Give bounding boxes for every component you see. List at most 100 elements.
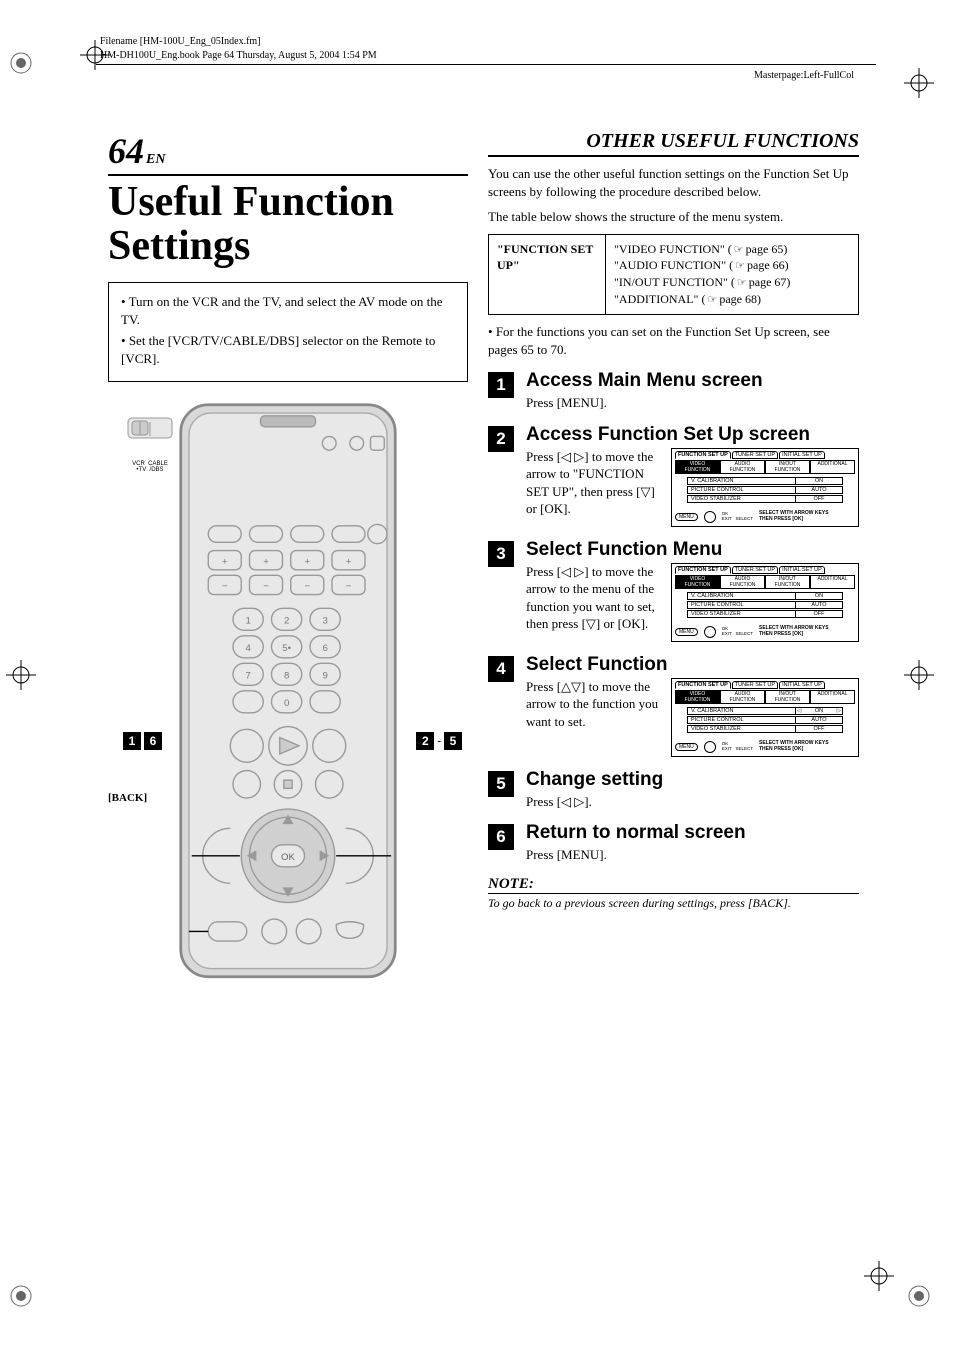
step-title: Return to normal screen xyxy=(526,822,859,844)
osd-sub-tab: AUDIO FUNCTION xyxy=(720,575,765,589)
step-title: Access Main Menu screen xyxy=(526,370,859,392)
osd-row: VIDEO STABILIZEROFF xyxy=(687,495,843,503)
osd-row: VIDEO STABILIZEROFF xyxy=(687,610,843,618)
osd-screenshot: FUNCTION SET UPTUNER SET UPINITIAL SET U… xyxy=(671,448,859,527)
osd-sub-tab: ADDITIONAL xyxy=(810,460,855,474)
osd-menu-pill: MENU xyxy=(675,628,698,636)
callout-badge: 1 xyxy=(123,732,141,750)
osd-top-tab: TUNER SET UP xyxy=(732,451,778,459)
step: 4 Select Function Press [△▽] to move the… xyxy=(488,654,859,757)
osd-sub-tab: VIDEO FUNCTION xyxy=(675,575,720,589)
step-text: Press [MENU]. xyxy=(526,394,859,412)
pointer-icon: ☞ xyxy=(737,276,747,291)
crop-mark-icon xyxy=(6,48,36,78)
precondition-item: Turn on the VCR and the TV, and select t… xyxy=(121,293,455,328)
step-text: Press [◁ ▷]. xyxy=(526,793,859,811)
osd-sub-tab: ADDITIONAL xyxy=(810,575,855,589)
step-title: Select Function xyxy=(526,654,859,676)
osd-row: VIDEO STABILIZEROFF xyxy=(687,725,843,733)
osd-sub-tab: VIDEO FUNCTION xyxy=(675,460,720,474)
svg-text:−: − xyxy=(304,581,310,592)
page-number: 64EN xyxy=(108,130,165,172)
osd-top-tab: INITIAL SET UP xyxy=(779,451,825,459)
osd-sub-tab: ADDITIONAL xyxy=(810,690,855,704)
menu-structure-right: "VIDEO FUNCTION" (☞page 65) "AUDIO FUNCT… xyxy=(606,235,858,314)
svg-text:7: 7 xyxy=(245,671,250,682)
step-number-badge: 3 xyxy=(488,541,514,567)
page-number-suffix: EN xyxy=(146,152,165,167)
osd-sub-tab: IN/OUT FUNCTION xyxy=(765,575,810,589)
menu-structure-left: "FUNCTION SET UP" xyxy=(489,235,606,314)
osd-sub-tab: IN/OUT FUNCTION xyxy=(765,690,810,704)
osd-top-tab: INITIAL SET UP xyxy=(779,681,825,689)
svg-text:2: 2 xyxy=(284,616,289,627)
step: 6 Return to normal screen Press [MENU]. xyxy=(488,822,859,864)
osd-menu-pill: MENU xyxy=(675,513,698,521)
crop-mark-icon xyxy=(904,68,934,98)
crop-mark-icon xyxy=(864,1261,894,1291)
osd-top-tab: TUNER SET UP xyxy=(732,566,778,574)
crop-mark-icon xyxy=(904,660,934,690)
intro-text: You can use the other useful function se… xyxy=(488,165,859,200)
svg-text:5•: 5• xyxy=(282,643,291,654)
svg-text:+: + xyxy=(304,557,310,568)
crop-mark-icon xyxy=(904,1281,934,1311)
crop-mark-icon xyxy=(6,1281,36,1311)
osd-row: V. CALIBRATIONON xyxy=(687,592,843,600)
preconditions-box: Turn on the VCR and the TV, and select t… xyxy=(108,282,468,382)
callout-dash: - xyxy=(437,735,441,747)
selector-switch-icon: VCR CABLE •TV /DBS xyxy=(126,412,174,473)
pointer-icon: ☞ xyxy=(735,259,745,274)
remote-illustration: OK xyxy=(108,402,468,980)
step-text: Press [△▽] to move the arrow to the func… xyxy=(526,678,661,731)
pointer-icon: ☞ xyxy=(707,293,717,308)
step: 5 Change setting Press [◁ ▷]. xyxy=(488,769,859,811)
osd-screenshot: FUNCTION SET UPTUNER SET UPINITIAL SET U… xyxy=(671,678,859,757)
step-title: Access Function Set Up screen xyxy=(526,424,859,446)
svg-text:−: − xyxy=(263,581,269,592)
osd-screenshot: FUNCTION SET UPTUNER SET UPINITIAL SET U… xyxy=(671,563,859,642)
table-note: For the functions you can set on the Fun… xyxy=(488,323,859,358)
header-bookline: HM-DH100U_Eng.book Page 64 Thursday, Aug… xyxy=(100,50,377,61)
svg-text:+: + xyxy=(222,557,228,568)
step: 3 Select Function Menu Press [◁ ▷] to mo… xyxy=(488,539,859,642)
osd-top-tab: FUNCTION SET UP xyxy=(675,566,731,574)
osd-wheel-icon xyxy=(704,626,716,638)
callout-nav-left: 1 6 xyxy=(123,732,162,750)
svg-text:+: + xyxy=(263,557,269,568)
osd-top-tab: FUNCTION SET UP xyxy=(675,681,731,689)
osd-row: PICTURE CONTROLAUTO xyxy=(687,601,843,609)
osd-row: V. CALIBRATIONON xyxy=(687,707,843,715)
svg-text:8: 8 xyxy=(284,671,289,682)
note-body: To go back to a previous screen during s… xyxy=(488,896,859,911)
callout-badge: 6 xyxy=(144,732,162,750)
svg-text:−: − xyxy=(346,581,352,592)
header-filename: Filename [HM-100U_Eng_05Index.fm] xyxy=(100,36,261,47)
callout-badge: 2 xyxy=(416,732,434,750)
svg-text:1: 1 xyxy=(245,616,250,627)
step-title: Select Function Menu xyxy=(526,539,859,561)
step-text: Press [◁ ▷] to move the arrow to the men… xyxy=(526,563,661,633)
osd-row: PICTURE CONTROLAUTO xyxy=(687,716,843,724)
osd-menu-pill: MENU xyxy=(675,743,698,751)
svg-text:3: 3 xyxy=(322,616,327,627)
intro-text: The table below shows the structure of t… xyxy=(488,208,859,226)
step: 1 Access Main Menu screen Press [MENU]. xyxy=(488,370,859,412)
step-number-badge: 1 xyxy=(488,372,514,398)
pointer-icon: ☞ xyxy=(734,243,744,258)
masterpage-label: Masterpage:Left-FullCol xyxy=(754,70,854,81)
note-heading: NOTE: xyxy=(488,876,859,894)
step-title: Change setting xyxy=(526,769,859,791)
step-number-badge: 6 xyxy=(488,824,514,850)
osd-wheel-icon xyxy=(704,511,716,523)
main-heading: Useful Function Settings xyxy=(108,180,468,268)
callout-badge: 5 xyxy=(444,732,462,750)
switch-label-dbs: /DBS xyxy=(150,467,164,473)
osd-sub-tab: VIDEO FUNCTION xyxy=(675,690,720,704)
precondition-item: Set the [VCR/TV/CABLE/DBS] selector on t… xyxy=(121,332,455,367)
svg-text:OK: OK xyxy=(281,852,295,863)
step-number-badge: 4 xyxy=(488,656,514,682)
section-title: OTHER USEFUL FUNCTIONS xyxy=(488,130,859,157)
step: 2 Access Function Set Up screen Press [◁… xyxy=(488,424,859,527)
menu-structure-table: "FUNCTION SET UP" "VIDEO FUNCTION" (☞pag… xyxy=(488,234,859,315)
